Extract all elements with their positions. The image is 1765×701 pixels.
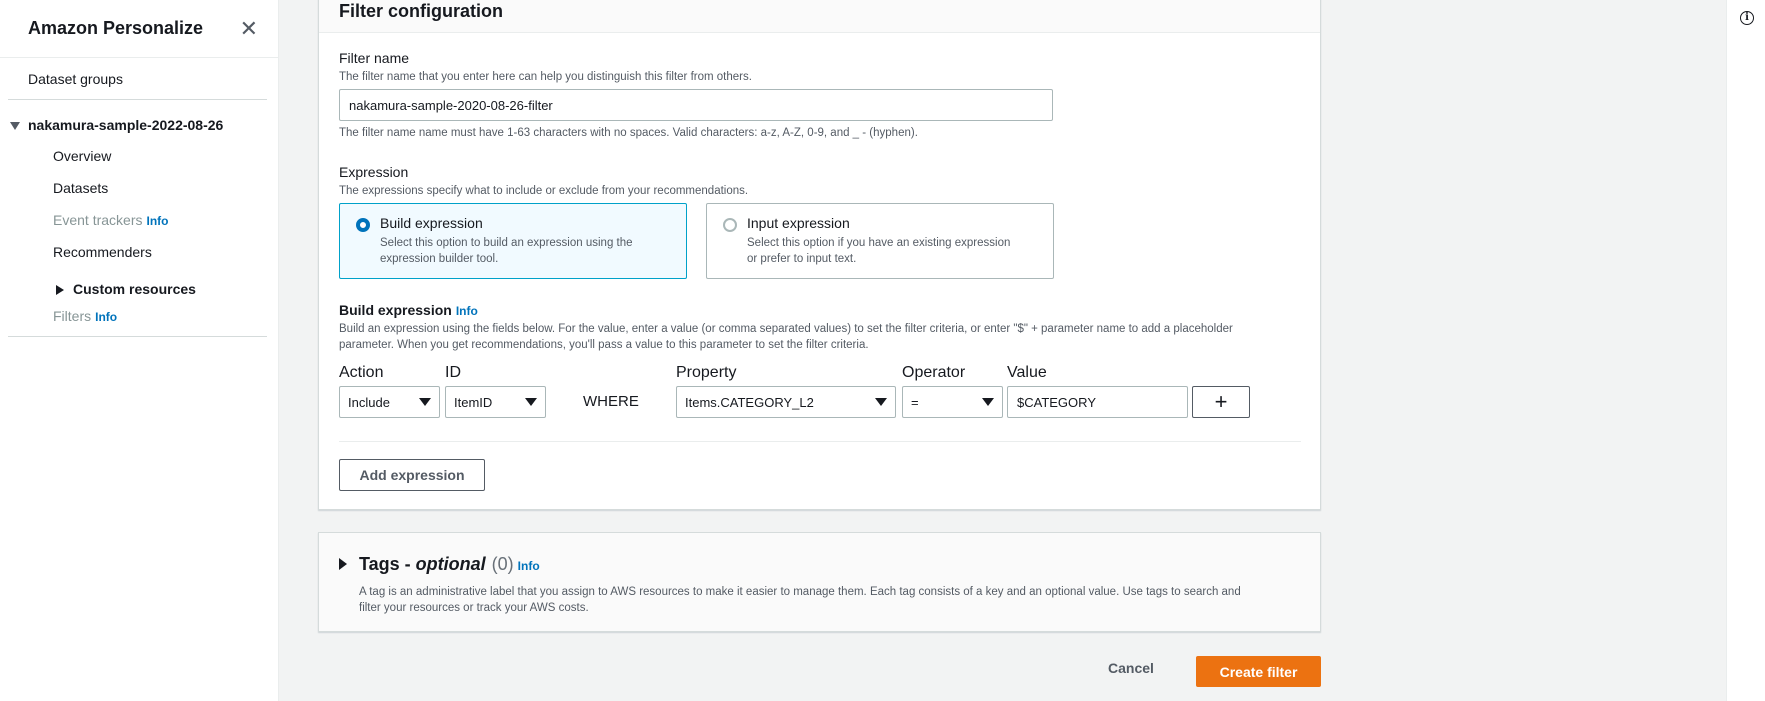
build-expression-description: Build an expression using the fields bel… [339, 321, 1299, 353]
panel-header: Filter configuration [319, 0, 1320, 33]
sidebar-item-dataset-groups[interactable]: Dataset groups [28, 71, 123, 87]
property-column-label: Property [676, 364, 737, 381]
close-icon[interactable]: ✕ [240, 17, 258, 40]
add-expression-button[interactable]: Add expression [339, 459, 485, 491]
divider [339, 441, 1301, 442]
option-description-line: expression builder tool. [380, 253, 499, 265]
description-line: filter your resources or track your AWS … [359, 602, 589, 614]
build-expression-label: Build expression [339, 302, 452, 318]
id-select[interactable]: ItemID [445, 386, 546, 418]
sidebar-group-name: nakamura-sample-2022-08-26 [28, 117, 224, 133]
sidebar-item-overview[interactable]: Overview [53, 148, 111, 164]
input-expression-option[interactable]: Input expression Select this option if y… [706, 203, 1054, 279]
build-expression-option[interactable]: Build expression Select this option to b… [339, 203, 687, 279]
option-description: Select this option to build an expressio… [380, 235, 672, 267]
action-select[interactable]: Include [339, 386, 440, 418]
option-title: Build expression [380, 215, 483, 231]
operator-select-value: = [911, 394, 919, 410]
tags-count: (0) [491, 554, 514, 574]
panel-title: Filter configuration [339, 1, 503, 21]
add-condition-button[interactable]: + [1192, 386, 1250, 418]
caret-down-icon [10, 122, 20, 131]
expression-label: Expression [339, 164, 409, 180]
sidebar-item-recommenders[interactable]: Recommenders [53, 244, 152, 260]
option-description: Select this option if you have an existi… [747, 235, 1039, 267]
description-line: parameter. When you get recommendations,… [339, 339, 869, 351]
info-icon[interactable]: i [1740, 11, 1754, 25]
id-column-label: ID [445, 364, 461, 381]
service-title[interactable]: Amazon Personalize [28, 18, 203, 39]
add-expression-label: Add expression [359, 467, 465, 483]
caret-right-icon [56, 285, 64, 296]
property-select[interactable]: Items.CATEGORY_L2 [676, 386, 896, 418]
where-keyword: WHERE [583, 393, 639, 410]
value-input-value: $CATEGORY [1017, 394, 1096, 410]
option-title: Input expression [747, 215, 850, 231]
caret-down-icon [419, 398, 431, 406]
filter-name-value: nakamura-sample-2020-08-26-filter [349, 97, 553, 113]
filter-name-description: The filter name that you enter here can … [339, 71, 752, 83]
value-column-label: Value [1007, 364, 1047, 381]
caret-right-icon[interactable] [339, 558, 347, 570]
create-filter-button[interactable]: Create filter [1196, 656, 1321, 687]
sidebar-item-filters: Filters Info [53, 308, 117, 324]
filter-name-constraint: The filter name name must have 1-63 char… [339, 127, 918, 139]
option-description-line: Select this option to build an expressio… [380, 237, 633, 249]
filter-name-input[interactable]: nakamura-sample-2020-08-26-filter [339, 89, 1053, 121]
info-link[interactable]: Info [95, 310, 117, 324]
action-column-label: Action [339, 364, 384, 381]
description-line: Build an expression using the fields bel… [339, 323, 1233, 335]
caret-down-icon [875, 398, 887, 406]
id-select-value: ItemID [454, 394, 493, 410]
info-link[interactable]: Info [518, 559, 540, 573]
info-link[interactable]: Info [456, 304, 478, 318]
sidebar-divider [8, 336, 267, 337]
radio-unselected-icon[interactable] [723, 218, 737, 232]
filter-name-label: Filter name [339, 50, 410, 66]
create-filter-label: Create filter [1219, 663, 1298, 680]
tools-rail: i [1726, 0, 1765, 701]
build-expression-heading: Build expression Info [339, 302, 478, 318]
sidebar-item-label: Filters [53, 308, 92, 324]
info-link[interactable]: Info [146, 214, 168, 228]
cancel-button[interactable]: Cancel [1108, 660, 1154, 676]
caret-down-icon [525, 398, 537, 406]
sidebar-item-datasets[interactable]: Datasets [53, 180, 108, 196]
value-input[interactable]: $CATEGORY [1007, 386, 1188, 418]
tags-title-prefix: Tags - [359, 554, 416, 574]
sidebar-item-label: Custom resources [73, 281, 196, 297]
caret-down-icon [982, 398, 994, 406]
operator-column-label: Operator [902, 364, 966, 381]
option-description-line: Select this option if you have an existi… [747, 237, 1011, 249]
tags-description: A tag is an administrative label that yo… [359, 584, 1299, 616]
side-navigation: Amazon Personalize ✕ Dataset groups naka… [0, 0, 279, 701]
radio-selected-icon[interactable] [356, 218, 370, 232]
side-navigation-header: Amazon Personalize ✕ [0, 0, 278, 58]
expression-description: The expressions specify what to include … [339, 185, 749, 197]
tags-expander[interactable]: Tags - optional (0) Info [359, 554, 540, 575]
operator-select[interactable]: = [902, 386, 1003, 418]
sidebar-item-custom-resources[interactable]: Custom resources [56, 281, 196, 297]
sidebar-group-expander[interactable]: nakamura-sample-2022-08-26 [10, 117, 223, 133]
sidebar-item-event-trackers: Event trackers Info [53, 212, 168, 228]
tags-title-optional: optional [415, 554, 486, 574]
option-description-line: or prefer to input text. [747, 253, 857, 265]
action-select-value: Include [348, 394, 390, 410]
sidebar-item-label: Event trackers [53, 212, 143, 228]
sidebar-divider [8, 99, 267, 100]
plus-icon: + [1214, 389, 1228, 414]
tags-panel [318, 532, 1321, 632]
description-line: A tag is an administrative label that yo… [359, 586, 1241, 598]
property-select-value: Items.CATEGORY_L2 [685, 394, 814, 410]
